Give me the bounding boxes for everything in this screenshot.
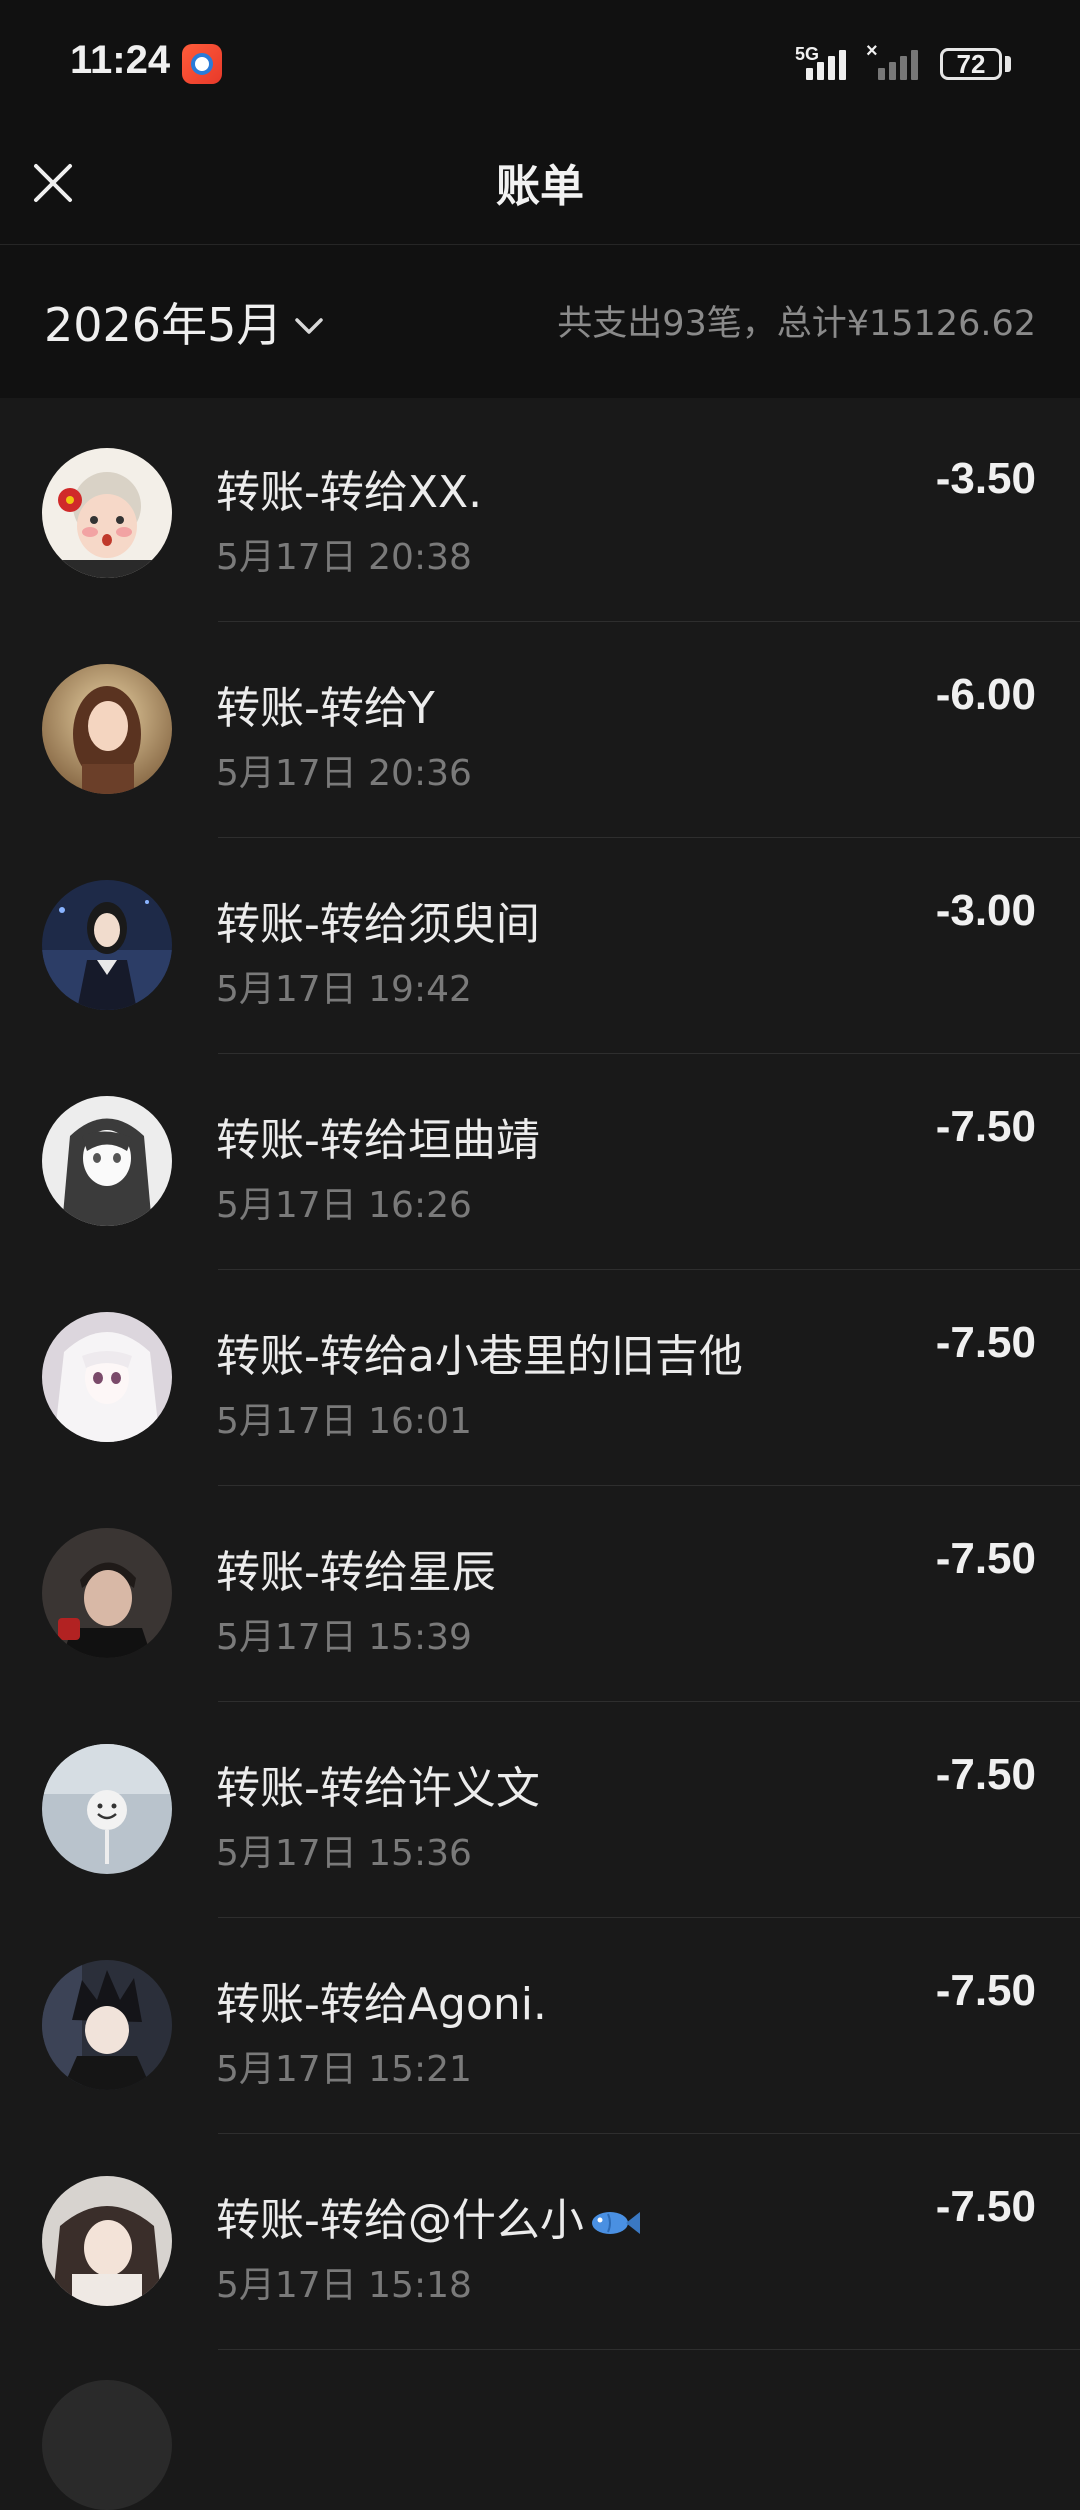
transaction-title: 转账-转给Agoni.	[216, 1979, 547, 2030]
status-time: 11:24	[70, 38, 171, 82]
avatar-smiley-sky	[42, 1744, 172, 1874]
month-selector[interactable]: 2026年5月	[44, 289, 326, 355]
transaction-amount: -7.50	[935, 1102, 1036, 1151]
signal-strength-icon	[806, 46, 846, 80]
avatar-anime-dark	[42, 1960, 172, 2090]
nav-bar: 账单	[0, 130, 1080, 245]
avatar-boy-selfie	[42, 1528, 172, 1658]
transaction-title-text: 转账-转给@什么小	[216, 2195, 584, 2246]
battery-level: 72	[956, 49, 986, 79]
avatar-anime-sketch	[42, 1096, 172, 1226]
transaction-time: 5月17日 16:01	[216, 1401, 472, 1442]
transaction-row[interactable]: 转账-转给星辰 5月17日 15:39 -7.50	[0, 1486, 1080, 1702]
transaction-list: 转账-转给XX. 5月17日 20:38 -3.50 转账-转给Y 5月17日 …	[0, 406, 1080, 2510]
transaction-time: 5月17日 15:18	[216, 2265, 472, 2306]
avatar-partial	[42, 2380, 172, 2510]
transaction-time: 5月17日 15:36	[216, 1833, 472, 1874]
avatar-girl-warm	[42, 664, 172, 794]
chevron-down-icon	[295, 318, 324, 334]
transaction-time: 5月17日 16:26	[216, 1185, 472, 1226]
transaction-amount: -7.50	[935, 1534, 1036, 1583]
secondary-signal-icon	[878, 46, 918, 80]
transaction-time: 5月17日 20:38	[216, 537, 472, 578]
app-notification-icon	[182, 44, 222, 84]
transaction-time: 5月17日 15:21	[216, 2049, 472, 2090]
transaction-row[interactable]: 转账-转给垣曲靖 5月17日 16:26 -7.50	[0, 1054, 1080, 1270]
transaction-title: 转账-转给许义文	[216, 1763, 540, 1814]
expense-summary: 共支出93笔，总计¥15126.62	[557, 304, 1036, 344]
battery-tip	[1005, 56, 1011, 72]
avatar-elderly-cartoon	[42, 448, 172, 578]
transaction-row[interactable]: 转账-转给@什么小 5月17日 15:18 -7.50	[0, 2134, 1080, 2350]
transaction-time: 5月17日 15:39	[216, 1617, 472, 1658]
filter-bar: 2026年5月 共支出93笔，总计¥15126.62	[0, 245, 1080, 398]
transaction-row[interactable]: 转账-转给XX. 5月17日 20:38 -3.50	[0, 406, 1080, 622]
transaction-title: 转账-转给星辰	[216, 1547, 496, 1598]
no-signal-x-icon: ×	[866, 40, 878, 62]
page-title: 账单	[496, 161, 584, 212]
battery-icon: 72	[940, 48, 1002, 80]
transaction-row[interactable]: 转账-转给a小巷里的旧吉他 5月17日 16:01 -7.50	[0, 1270, 1080, 1486]
avatar-girl-night	[42, 880, 172, 1010]
transaction-row-partial	[0, 2350, 1080, 2510]
transaction-title: 转账-转给a小巷里的旧吉他	[216, 1331, 743, 1382]
transaction-amount: -3.50	[935, 454, 1036, 503]
transaction-title: 转账-转给Y	[216, 683, 435, 734]
fish-icon	[591, 2212, 640, 2234]
transaction-amount: -7.50	[935, 1966, 1036, 2015]
transaction-title: 转账-转给垣曲靖	[216, 1115, 540, 1166]
transaction-row[interactable]: 转账-转给许义文 5月17日 15:36 -7.50	[0, 1702, 1080, 1918]
transaction-amount: -6.00	[935, 670, 1036, 719]
transaction-amount: -7.50	[935, 1750, 1036, 1799]
transaction-row[interactable]: 转账-转给须臾间 5月17日 19:42 -3.00	[0, 838, 1080, 1054]
transaction-row[interactable]: 转账-转给Agoni. 5月17日 15:21 -7.50	[0, 1918, 1080, 2134]
transaction-title: 转账-转给须臾间	[216, 899, 540, 950]
transaction-time: 5月17日 19:42	[216, 969, 472, 1010]
month-label: 2026年5月	[44, 298, 283, 352]
transaction-amount: -7.50	[935, 1318, 1036, 1367]
transaction-title: 转账-转给@什么小	[216, 2184, 640, 2248]
avatar-girl-blur	[42, 2176, 172, 2306]
transaction-time: 5月17日 20:36	[216, 753, 472, 794]
transaction-title: 转账-转给XX.	[216, 467, 483, 518]
status-bar: 11:24 5G × 72	[0, 0, 1080, 130]
transaction-row[interactable]: 转账-转给Y 5月17日 20:36 -6.00	[0, 622, 1080, 838]
transaction-amount: -7.50	[935, 2182, 1036, 2231]
transaction-amount: -3.00	[935, 886, 1036, 935]
avatar-anime-white	[42, 1312, 172, 1442]
